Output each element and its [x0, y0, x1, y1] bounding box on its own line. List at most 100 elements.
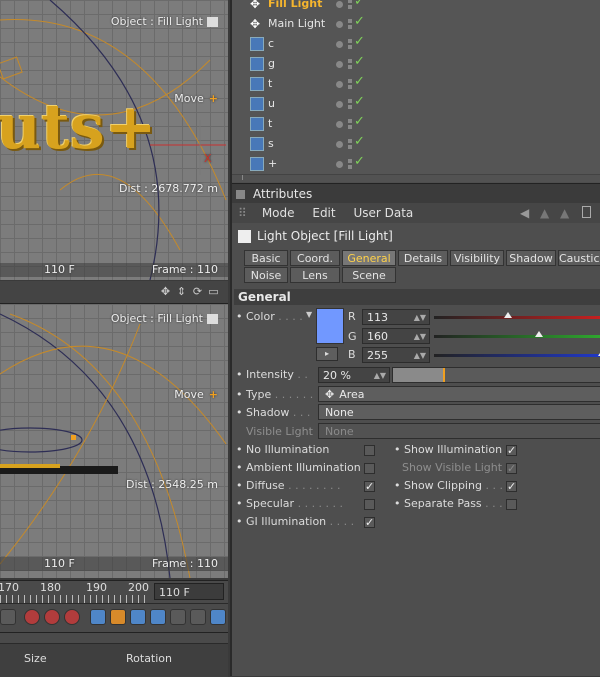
r-slider-thumb[interactable] [504, 312, 513, 318]
r-input[interactable]: 113 ▲▼ [362, 309, 430, 325]
tab-basic[interactable]: Basic [244, 250, 288, 266]
editor-visibility-icon[interactable] [348, 39, 352, 43]
tab-lens[interactable]: Lens [290, 267, 340, 283]
specular-checkbox[interactable] [364, 499, 375, 510]
enabled-check-icon[interactable]: ✓ [354, 94, 365, 109]
menu-mode[interactable]: Mode [262, 206, 295, 220]
visibility-dot-icon[interactable] [336, 161, 343, 168]
tab-coord[interactable]: Coord. [290, 250, 340, 266]
visibility-dot-icon[interactable] [336, 61, 343, 68]
lock-icon[interactable] [582, 206, 591, 218]
scale-key-icon[interactable] [110, 609, 126, 625]
maximize-view-icon[interactable]: ▭ [208, 286, 219, 297]
render-visibility-icon[interactable] [348, 125, 352, 129]
ambient-illumination-checkbox[interactable] [364, 463, 375, 474]
tab-scene[interactable]: Scene [342, 267, 396, 283]
tab-noise[interactable]: Noise [244, 267, 288, 283]
object-row[interactable]: c ✓ [232, 34, 600, 55]
play-forward-icon[interactable] [0, 609, 16, 625]
tab-general[interactable]: General [342, 250, 396, 266]
enabled-check-icon[interactable]: ✓ [354, 54, 365, 69]
parameter-key-icon[interactable] [150, 609, 166, 625]
tab-shadow[interactable]: Shadow [506, 250, 556, 266]
move-view-icon[interactable]: ✥ [160, 286, 171, 297]
scheme-icon[interactable] [210, 609, 226, 625]
render-visibility-icon[interactable] [348, 5, 352, 9]
render-visibility-icon[interactable] [348, 45, 352, 49]
object-row[interactable]: u ✓ [232, 94, 600, 115]
viewport-bottom[interactable]: Object : Fill Light Move + Dist : 2548.25… [0, 304, 228, 578]
type-dropdown[interactable]: ✥ Area [318, 386, 600, 402]
object-row[interactable]: ✥ Fill Light ✓ [232, 0, 600, 15]
g-slider-thumb[interactable] [535, 331, 544, 337]
visibility-dot-icon[interactable] [336, 141, 343, 148]
tab-details[interactable]: Details [398, 250, 448, 266]
enabled-check-icon[interactable]: ✓ [354, 34, 365, 49]
shadow-dropdown[interactable]: None [318, 404, 600, 420]
object-row[interactable]: ✥ Main Light ✓ [232, 14, 600, 35]
color-expand-icon[interactable]: ▼ [306, 310, 312, 319]
keyframe-selection-icon[interactable] [64, 609, 80, 625]
back-arrow-icon[interactable]: ◀ [520, 203, 529, 223]
rotate-view-icon[interactable]: ⟳ [192, 286, 203, 297]
visible-light-dropdown[interactable]: None [318, 423, 600, 439]
editor-visibility-icon[interactable] [348, 119, 352, 123]
object-row[interactable]: g ✓ [232, 54, 600, 75]
show-clipping-checkbox[interactable]: ✓ [506, 481, 517, 492]
position-key-icon[interactable] [90, 609, 106, 625]
diffuse-checkbox[interactable]: ✓ [364, 481, 375, 492]
editor-visibility-icon[interactable] [348, 79, 352, 83]
up-arrow-icon[interactable]: ▲ [540, 203, 549, 223]
object-row[interactable]: s ✓ [232, 134, 600, 155]
editor-visibility-icon[interactable] [348, 0, 352, 3]
menu-user-data[interactable]: User Data [353, 206, 413, 220]
point-level-icon[interactable] [170, 609, 186, 625]
visibility-dot-icon[interactable] [336, 81, 343, 88]
enabled-check-icon[interactable]: ✓ [354, 134, 365, 149]
tab-visibility[interactable]: Visibility [450, 250, 504, 266]
forward-arrow-icon[interactable]: ▲ [560, 203, 569, 223]
enabled-check-icon[interactable]: ✓ [354, 74, 365, 89]
object-row[interactable]: + ✓ [232, 154, 600, 175]
r-slider[interactable] [434, 312, 600, 319]
intensity-input[interactable]: 20 % ▲▼ [318, 367, 390, 383]
editor-visibility-icon[interactable] [348, 99, 352, 103]
render-visibility-icon[interactable] [348, 145, 352, 149]
rotation-key-icon[interactable] [130, 609, 146, 625]
enabled-check-icon[interactable]: ✓ [354, 14, 365, 29]
autokey-icon[interactable] [44, 609, 60, 625]
render-visibility-icon[interactable] [348, 105, 352, 109]
separate-pass-checkbox[interactable] [506, 499, 517, 510]
record-icon[interactable] [24, 609, 40, 625]
editor-visibility-icon[interactable] [348, 139, 352, 143]
visibility-dot-icon[interactable] [336, 121, 343, 128]
render-visibility-icon[interactable] [348, 85, 352, 89]
render-visibility-icon[interactable] [348, 65, 352, 69]
visibility-dot-icon[interactable] [336, 1, 343, 8]
enabled-check-icon[interactable]: ✓ [354, 154, 365, 169]
show-illumination-checkbox[interactable]: ✓ [506, 445, 517, 456]
editor-visibility-icon[interactable] [348, 19, 352, 23]
timeline[interactable]: 170 180 190 200 110 F [0, 580, 228, 603]
g-input[interactable]: 160 ▲▼ [362, 328, 430, 344]
viewport-top[interactable]: uts+ X Object : Fill Light Move + Dist : … [0, 0, 228, 280]
editor-visibility-icon[interactable] [348, 59, 352, 63]
visibility-dot-icon[interactable] [336, 41, 343, 48]
editor-visibility-icon[interactable] [348, 159, 352, 163]
object-row[interactable]: t ✓ [232, 114, 600, 135]
b-input[interactable]: 255 ▲▼ [362, 347, 430, 363]
scroll-view-icon[interactable]: ⇕ [176, 286, 187, 297]
g-slider[interactable] [434, 331, 600, 338]
visibility-dot-icon[interactable] [336, 101, 343, 108]
enabled-check-icon[interactable]: ✓ [354, 114, 365, 129]
menu-edit[interactable]: Edit [312, 206, 335, 220]
show-visible-light-checkbox[interactable]: ✓ [506, 463, 517, 474]
visibility-dot-icon[interactable] [336, 21, 343, 28]
intensity-slider[interactable] [392, 367, 600, 383]
color-picker-button[interactable]: ▸ [316, 347, 338, 361]
keyframe-tool-icon[interactable] [190, 609, 206, 625]
object-row[interactable]: t ✓ [232, 74, 600, 95]
no-illumination-checkbox[interactable] [364, 445, 375, 456]
gi-illumination-checkbox[interactable]: ✓ [364, 517, 375, 528]
tab-caustics[interactable]: Caustics [558, 250, 600, 266]
